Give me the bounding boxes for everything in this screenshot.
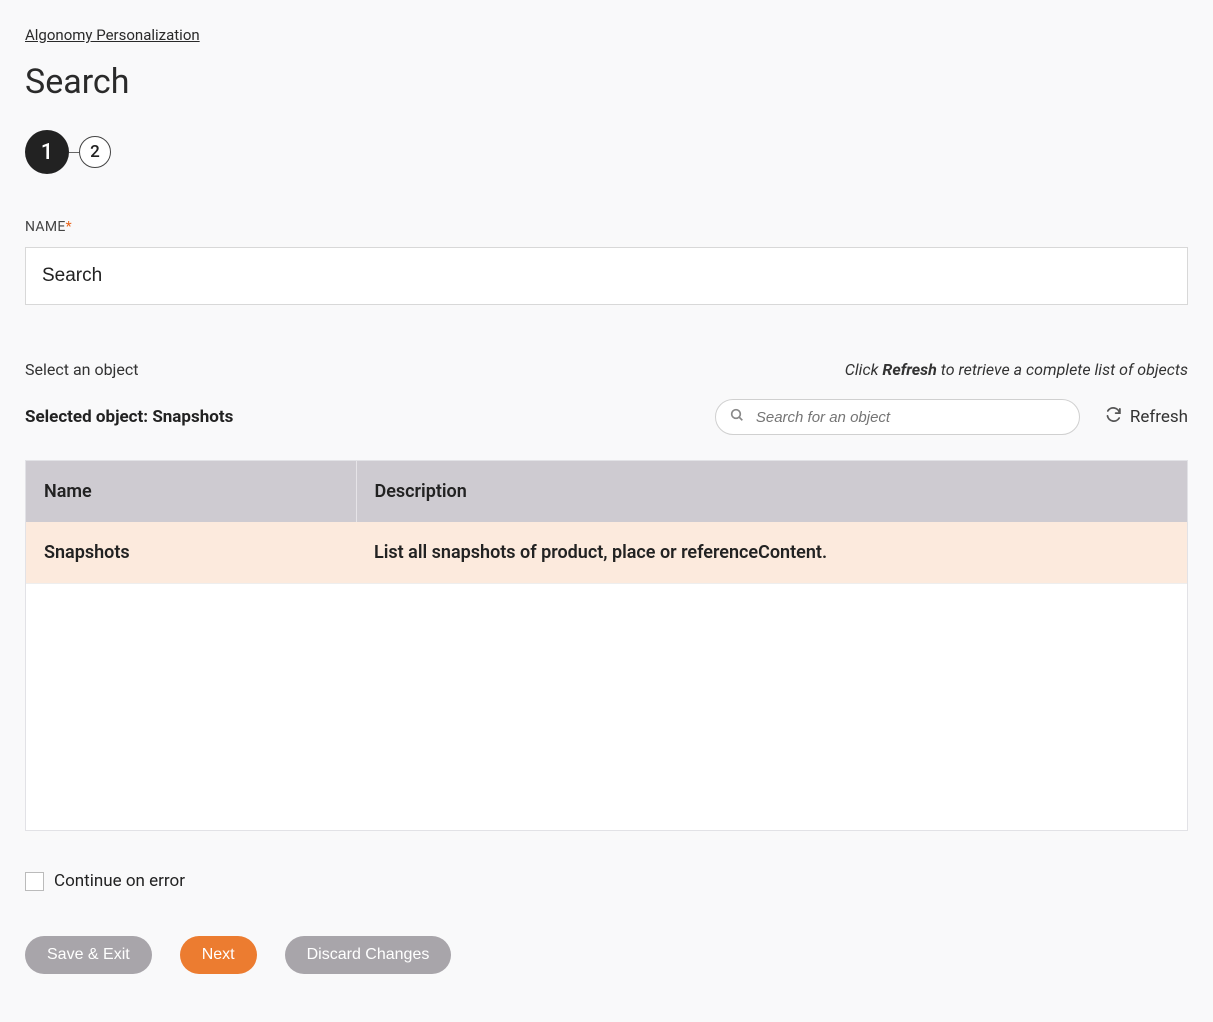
row-name: Snapshots	[26, 522, 356, 584]
continue-on-error-checkbox[interactable]	[25, 872, 44, 891]
col-description-header[interactable]: Description	[356, 461, 1187, 522]
name-label: NAME*	[25, 219, 1188, 235]
discard-changes-button[interactable]: Discard Changes	[285, 936, 452, 974]
row-description: List all snapshots of product, place or …	[356, 522, 1187, 584]
refresh-hint: Click Refresh to retrieve a complete lis…	[845, 360, 1188, 379]
breadcrumb-link[interactable]: Algonomy Personalization	[25, 26, 200, 44]
step-1[interactable]: 1	[25, 130, 69, 174]
page-title: Search	[25, 62, 1188, 102]
continue-on-error-label[interactable]: Continue on error	[54, 871, 185, 891]
stepper: 1 2	[25, 130, 1188, 174]
step-2[interactable]: 2	[79, 136, 111, 168]
refresh-button[interactable]: Refresh	[1105, 406, 1188, 428]
name-input[interactable]	[25, 247, 1188, 305]
step-connector	[69, 152, 79, 153]
table-row[interactable]: Snapshots List all snapshots of product,…	[26, 522, 1187, 584]
search-object-input[interactable]	[715, 399, 1080, 435]
search-icon	[729, 407, 745, 427]
col-name-header[interactable]: Name	[26, 461, 356, 522]
refresh-label: Refresh	[1130, 407, 1188, 427]
selected-object-label: Selected object: Snapshots	[25, 407, 233, 427]
refresh-icon	[1105, 406, 1122, 428]
required-asterisk: *	[66, 219, 72, 235]
next-button[interactable]: Next	[180, 936, 257, 974]
select-object-label: Select an object	[25, 360, 138, 379]
footer-actions: Save & Exit Next Discard Changes	[25, 936, 1188, 974]
search-object-box	[715, 399, 1080, 435]
object-table: Name Description Snapshots List all snap…	[25, 460, 1188, 831]
save-exit-button[interactable]: Save & Exit	[25, 936, 152, 974]
